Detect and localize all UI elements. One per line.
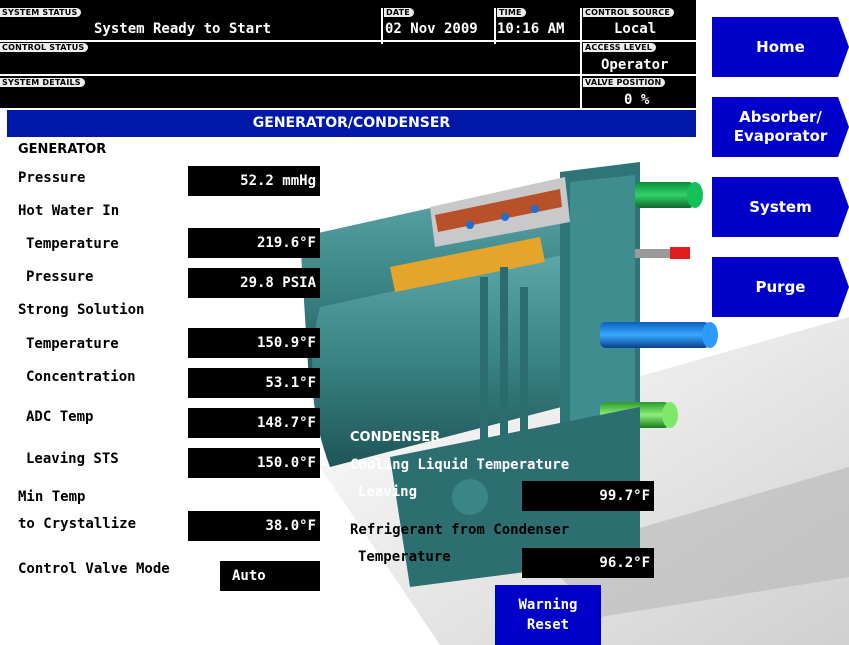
header-divider-2	[0, 74, 696, 76]
leaving-sts-value: 150.0°F	[188, 448, 320, 478]
time-value: 10:16 AM	[497, 21, 565, 37]
ss-temperature-label: Temperature	[26, 336, 119, 352]
control-valve-mode-select[interactable]: Auto	[220, 561, 320, 591]
divider-v2	[494, 8, 496, 44]
min-temp-value: 38.0°F	[188, 511, 320, 541]
generator-heading: GENERATOR	[18, 142, 107, 157]
min-temp-label-1: Min Temp	[18, 489, 86, 505]
warning-reset-label-1: Warning	[518, 597, 578, 613]
header-divider-1	[0, 40, 696, 42]
condenser-leaving-label: Leaving	[358, 484, 418, 500]
hot-water-in-label: Hot Water In	[18, 203, 120, 219]
home-button-label: Home	[756, 37, 805, 56]
absorber-button-label-2: Evaporator	[733, 127, 828, 145]
system-status-label: SYSTEM STATUS	[0, 8, 82, 17]
purge-button[interactable]: Purge	[712, 257, 849, 317]
valve-position-label: VALVE POSITION	[583, 78, 666, 87]
ss-temperature-value: 150.9°F	[188, 328, 320, 358]
control-source-label: CONTROL SOURCE	[583, 8, 675, 17]
warning-reset-button[interactable]: Warning Reset	[495, 585, 601, 645]
strong-solution-label: Strong Solution	[18, 302, 145, 318]
refrigerant-label: Refrigerant from Condenser	[350, 522, 570, 538]
pressure-label: Pressure	[18, 170, 86, 186]
adc-temp-value: 148.7°F	[188, 408, 320, 438]
control-source-value: Local	[614, 21, 657, 37]
control-status-label: CONTROL STATUS	[0, 43, 89, 52]
system-status-value: System Ready to Start	[94, 21, 272, 37]
condenser-heading: CONDENSER	[350, 430, 441, 445]
warning-reset-label-2: Reset	[526, 617, 570, 633]
access-level-label: ACCESS LEVEL	[583, 43, 657, 52]
hw-temperature-value: 219.6°F	[188, 228, 320, 258]
leaving-sts-label: Leaving STS	[26, 451, 119, 467]
home-button[interactable]: Home	[712, 17, 849, 77]
date-label: DATE	[384, 8, 414, 17]
hw-pressure-label: Pressure	[26, 269, 94, 285]
refrigerant-temp-label: Temperature	[358, 549, 451, 565]
divider-v3	[580, 8, 582, 108]
ss-concentration-label: Concentration	[26, 369, 136, 385]
ss-concentration-value: 53.1°F	[188, 368, 320, 398]
system-button-label: System	[749, 197, 812, 216]
condenser-leaving-value: 99.7°F	[522, 481, 654, 511]
adc-temp-label: ADC Temp	[26, 409, 94, 425]
control-valve-mode-label: Control Valve Mode	[18, 561, 170, 577]
divider-v1	[381, 8, 383, 44]
pressure-value: 52.2 mmHg	[188, 166, 320, 196]
access-level-value: Operator	[601, 57, 669, 73]
valve-position-value: 0 %	[624, 92, 650, 108]
absorber-evaporator-button[interactable]: Absorber/ Evaporator	[712, 97, 849, 157]
page-title: GENERATOR/CONDENSER	[252, 115, 451, 131]
system-button[interactable]: System	[712, 177, 849, 237]
system-details-label: SYSTEM DETAILS	[0, 78, 85, 87]
time-label: TIME	[497, 8, 526, 17]
hw-pressure-value: 29.8 PSIA	[188, 268, 320, 298]
refrigerant-temp-value: 96.2°F	[522, 548, 654, 578]
absorber-button-label-1: Absorber/	[739, 108, 822, 126]
date-value: 02 Nov 2009	[385, 21, 478, 37]
purge-button-label: Purge	[755, 277, 806, 296]
min-temp-label-2: to Crystallize	[18, 516, 137, 532]
hw-temperature-label: Temperature	[26, 236, 119, 252]
cooling-liquid-label: Cooling Liquid Temperature	[350, 457, 570, 473]
